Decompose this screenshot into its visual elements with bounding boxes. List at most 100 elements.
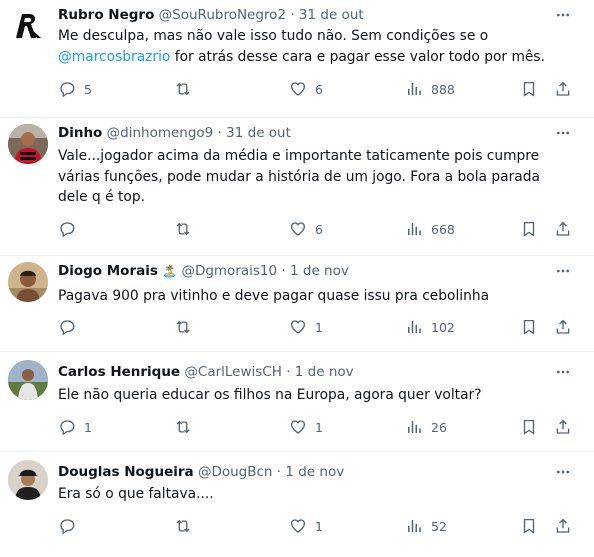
more-dots-icon [557,13,569,17]
avatar[interactable] [8,460,48,500]
retweet-button[interactable] [174,417,200,437]
tweet[interactable]: Rubro Negro @SouRubroNegro2 · 31 de out … [0,0,594,118]
views-button[interactable]: 26 [405,417,447,437]
user-handle[interactable]: @Dgmorais10 [181,263,277,279]
avatar[interactable] [8,262,48,302]
separator: · [276,464,282,480]
tweet-text: Ele não queria educar os filhos na Europ… [58,387,482,403]
user-handle[interactable]: @CarlLewisCH [184,364,282,380]
share-button[interactable] [554,516,572,536]
avatar[interactable] [8,124,48,164]
display-name[interactable]: Diogo Morais [58,263,158,279]
user-handle[interactable]: @DougBcn [198,464,273,480]
tweet-header: Carlos Henrique @CarlLewisCH · 1 de nov [58,363,354,381]
tweet-text: Pagava 900 pra vitinho e deve pagar quas… [58,288,490,304]
user-handle[interactable]: @SouRubroNegro2 [159,7,286,23]
views-icon [408,321,421,333]
more-button[interactable] [554,363,572,381]
tweet[interactable]: Diogo Morais 🏝️ @Dgmorais10 · 1 de nov P… [0,256,594,352]
tweet-date[interactable]: 1 de nov [285,464,344,480]
retweet-icon [176,519,190,533]
flamengo-crest-icon [9,7,47,45]
tweet-date[interactable]: 31 de out [226,125,291,141]
share-button[interactable] [554,219,572,239]
tweet-date[interactable]: 1 de nov [290,263,349,279]
separator: · [217,125,222,141]
bookmark-button[interactable] [520,317,538,337]
views-icon [408,83,421,95]
profile-badge: 🏝️ [162,264,178,278]
user-handle[interactable]: @dinhomengo9 [107,125,214,141]
person-red-jersey-icon [8,124,48,164]
share-icon [556,81,570,96]
bookmark-button[interactable] [520,516,538,536]
share-icon [556,419,570,434]
display-name[interactable]: Dinho [58,125,102,141]
tweet-date[interactable]: 31 de out [299,7,364,23]
like-button[interactable]: 1 [289,317,323,337]
like-button[interactable]: 1 [289,516,323,536]
reply-button[interactable]: 1 [58,417,92,437]
display-name[interactable]: Rubro Negro [58,7,154,23]
reply-button[interactable] [58,219,84,239]
tweet[interactable]: Carlos Henrique @CarlLewisCH · 1 de nov … [0,352,594,452]
retweet-button[interactable] [174,219,200,239]
share-button[interactable] [554,79,572,99]
like-count: 6 [315,221,323,237]
reply-button[interactable] [58,516,84,536]
display-name[interactable]: Douglas Nogueira [58,464,194,480]
like-count: 1 [315,419,323,435]
view-count: 102 [431,319,455,335]
share-button[interactable] [554,317,572,337]
views-button[interactable]: 102 [405,317,455,337]
tweet-text: Era só o que faltava.... [58,486,214,502]
more-button[interactable] [554,6,572,24]
mention-link[interactable]: @marcosbrazrio [58,49,170,65]
retweet-icon [176,320,190,334]
reply-icon [60,222,75,238]
like-button[interactable]: 1 [289,417,323,437]
heart-icon [290,320,306,334]
reply-button[interactable]: 5 [58,79,92,99]
share-icon [556,319,570,334]
more-dots-icon [557,370,569,374]
tweet[interactable]: Douglas Nogueira @DougBcn · 1 de nov Era… [0,452,594,557]
like-count: 1 [315,518,323,534]
more-button[interactable] [554,463,572,481]
tweet-date[interactable]: 1 de nov [295,364,354,380]
retweet-button[interactable] [174,79,200,99]
bookmark-button[interactable] [520,417,538,437]
reply-button[interactable] [58,317,84,337]
more-button[interactable] [554,124,572,142]
view-count: 26 [431,419,447,435]
retweet-button[interactable] [174,516,200,536]
tweet[interactable]: Dinho @dinhomengo9 · 31 de out Vale...jo… [0,118,594,256]
like-button[interactable]: 6 [289,79,323,99]
views-button[interactable]: 668 [405,219,455,239]
avatar[interactable] [8,360,48,400]
person-beach-icon [8,262,48,302]
retweet-button[interactable] [174,317,200,337]
tweet-header: Diogo Morais 🏝️ @Dgmorais10 · 1 de nov [58,262,349,280]
bookmark-button[interactable] [520,219,538,239]
views-button[interactable]: 52 [405,516,447,536]
views-button[interactable]: 888 [405,79,455,99]
retweet-icon [176,82,190,96]
views-icon [408,223,421,235]
bookmark-icon [523,319,535,335]
more-button[interactable] [554,262,572,280]
reply-feed: Rubro Negro @SouRubroNegro2 · 31 de out … [0,0,594,557]
person-outdoors-icon [8,360,48,400]
retweet-icon [176,222,190,236]
tweet-actions: 1 102 [58,317,594,337]
bookmark-icon [523,419,535,435]
avatar[interactable] [8,6,48,46]
separator: · [281,263,286,279]
display-name[interactable]: Carlos Henrique [58,364,180,380]
reply-icon [60,320,75,336]
tweet-actions: 5 6 888 [58,79,594,99]
like-button[interactable]: 6 [289,219,323,239]
bookmark-button[interactable] [520,79,538,99]
reply-count: 1 [84,419,92,435]
share-button[interactable] [554,417,572,437]
